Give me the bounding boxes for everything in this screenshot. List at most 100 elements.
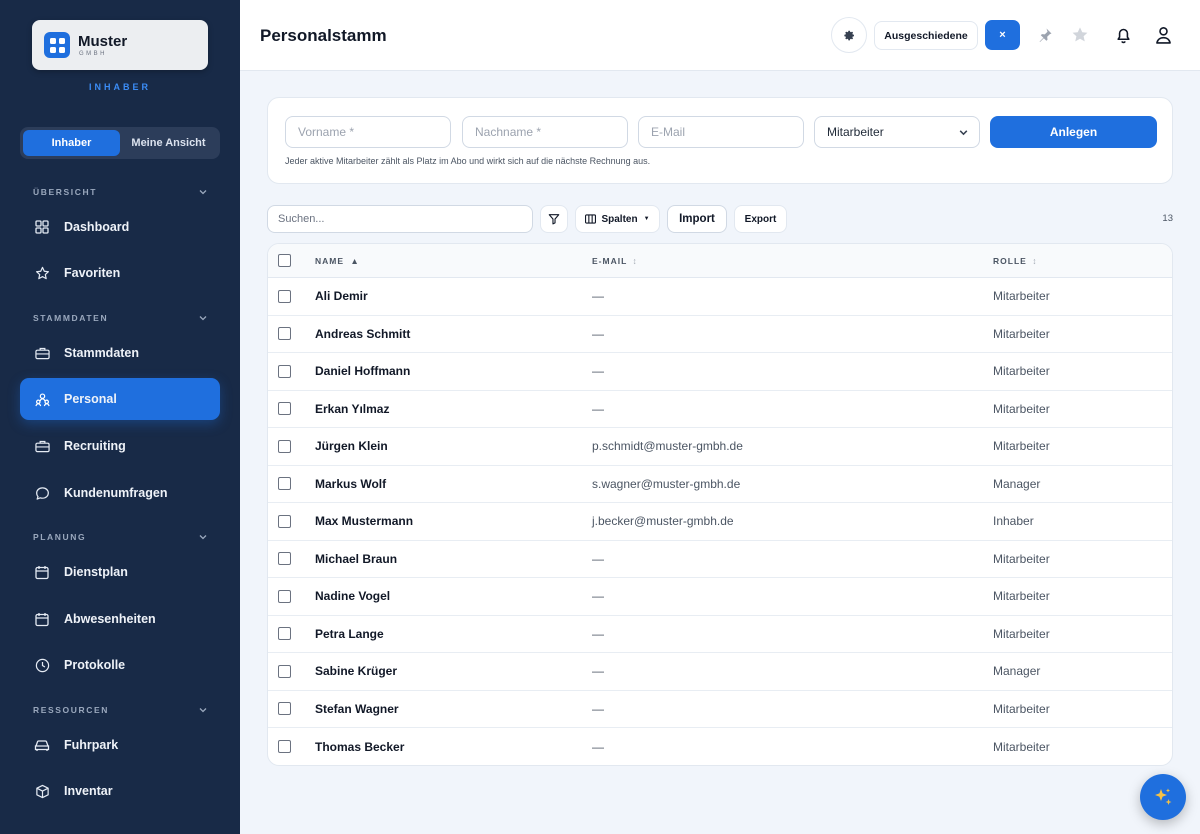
column-label: E-MAIL xyxy=(592,255,628,266)
cell-role: Mitarbeiter xyxy=(993,551,1050,566)
row-checkbox[interactable] xyxy=(278,477,291,491)
firstname-input[interactable]: Vorname * xyxy=(285,116,451,148)
calendar-icon xyxy=(34,611,50,627)
retired-employees-button[interactable]: Ausgeschiedene xyxy=(874,21,978,50)
table-row[interactable]: Erkan Yılmaz — Mitarbeiter xyxy=(268,391,1172,428)
filter-button[interactable] xyxy=(540,205,568,233)
ai-assistant-button[interactable] xyxy=(1140,774,1186,820)
notifications-button[interactable] xyxy=(1113,25,1133,45)
row-checkbox[interactable] xyxy=(278,439,291,453)
section-planning[interactable]: PLANUNG xyxy=(33,532,208,542)
row-checkbox[interactable] xyxy=(278,514,291,528)
chevron-down-icon xyxy=(199,190,207,195)
table-row[interactable]: Petra Lange — Mitarbeiter xyxy=(268,616,1172,653)
chevron-down-icon xyxy=(959,129,968,135)
import-button[interactable]: Import xyxy=(667,205,727,233)
table-row[interactable]: Ali Demir — Mitarbeiter xyxy=(268,278,1172,316)
caret-down-icon: ▼ xyxy=(643,216,650,222)
table-row[interactable]: Daniel Hoffmann — Mitarbeiter xyxy=(268,353,1172,391)
clock-icon xyxy=(34,657,50,673)
table-row[interactable]: Jürgen Klein p.schmidt@muster-gmbh.de Mita… xyxy=(268,428,1172,466)
brand-logo[interactable]: Muster GMBH xyxy=(32,20,208,70)
column-label: NAME xyxy=(315,255,345,266)
chevron-down-icon xyxy=(199,535,207,540)
row-checkbox[interactable] xyxy=(278,627,291,641)
view-toggle-owner[interactable]: Inhaber xyxy=(23,130,120,156)
cell-role: Mitarbeiter xyxy=(993,326,1050,341)
row-checkbox[interactable] xyxy=(278,552,291,566)
columns-button[interactable]: Spalten ▼ xyxy=(575,205,660,233)
section-overview[interactable]: ÜBERSICHT xyxy=(33,187,208,197)
table-row[interactable]: Thomas Becker — Mitarbeiter xyxy=(268,728,1172,765)
brand-subtitle: GMBH xyxy=(79,50,107,57)
seat-hint: Jeder aktive Mitarbeiter zählt als Platz… xyxy=(285,156,651,166)
view-toggle-my-view[interactable]: Meine Ansicht xyxy=(120,130,217,156)
select-all-checkbox[interactable] xyxy=(278,254,291,267)
profile-button[interactable] xyxy=(1153,25,1173,45)
close-button[interactable]: × xyxy=(985,20,1020,50)
cell-role: Mitarbeiter xyxy=(993,439,1050,454)
star-icon xyxy=(34,265,50,281)
row-checkbox[interactable] xyxy=(278,740,291,754)
table-row[interactable]: Sabine Krüger — Manager xyxy=(268,653,1172,691)
create-button[interactable]: Anlegen xyxy=(990,116,1157,148)
table-row[interactable]: Max Mustermann j.becker@muster-gmbh.de Inh… xyxy=(268,503,1172,541)
column-name-header[interactable]: NAME ▲ xyxy=(315,256,360,266)
sparkles-icon xyxy=(1155,788,1172,805)
cell-name: Nadine Vogel xyxy=(315,589,391,604)
row-checkbox[interactable] xyxy=(278,664,291,678)
pin-button[interactable] xyxy=(1035,25,1055,45)
row-checkbox[interactable] xyxy=(278,702,291,716)
view-toggle: Inhaber Meine Ansicht xyxy=(20,127,220,159)
table-row[interactable]: Michael Braun — Mitarbeiter xyxy=(268,541,1172,578)
cell-role: Mitarbeiter xyxy=(993,289,1050,304)
settings-button[interactable] xyxy=(831,17,867,53)
sidebar-item-customer-surveys[interactable]: Kundenumfragen xyxy=(20,472,220,514)
row-checkbox[interactable] xyxy=(278,327,291,341)
sidebar-item-dashboard[interactable]: Dashboard xyxy=(20,206,220,248)
email-input[interactable]: E-Mail xyxy=(638,116,804,148)
sidebar-item-personal[interactable]: Personal xyxy=(20,378,220,420)
section-master-data[interactable]: STAMMDATEN xyxy=(33,313,208,323)
section-resources[interactable]: RESSOURCEN xyxy=(33,705,208,715)
brand-name: Muster xyxy=(78,32,128,50)
lastname-input[interactable]: Nachname * xyxy=(462,116,628,148)
table-row[interactable]: Stefan Wagner — Mitarbeiter xyxy=(268,691,1172,728)
cell-email: — xyxy=(592,551,604,566)
pin-icon xyxy=(1039,28,1052,42)
calendar-icon xyxy=(34,564,50,580)
sidebar-item-recruiting[interactable]: Recruiting xyxy=(20,425,220,467)
favorite-button[interactable] xyxy=(1070,25,1090,45)
sidebar-item-label: Favoriten xyxy=(64,266,121,280)
sort-asc-icon: ▲ xyxy=(350,255,360,266)
row-checkbox[interactable] xyxy=(278,402,291,416)
column-role-header[interactable]: ROLLE ↕ xyxy=(993,256,1037,266)
sidebar-item-label: Stammdaten xyxy=(64,346,140,360)
sidebar-item-inventory[interactable]: Inventar xyxy=(20,770,220,812)
cell-email: j.becker@muster-gmbh.de xyxy=(592,514,734,529)
sidebar-item-master-data[interactable]: Stammdaten xyxy=(20,332,220,374)
table-row[interactable]: Markus Wolf s.wagner@muster-gmbh.de Manage… xyxy=(268,466,1172,503)
sidebar-item-label: Dienstplan xyxy=(64,565,128,579)
box-icon xyxy=(34,783,50,799)
table-row[interactable]: Andreas Schmitt — Mitarbeiter xyxy=(268,316,1172,353)
search-input[interactable]: Suchen... xyxy=(267,205,533,233)
cell-role: Manager xyxy=(993,476,1041,491)
column-email-header[interactable]: E-MAIL ↕ xyxy=(592,256,638,266)
people-icon xyxy=(34,391,50,407)
export-button[interactable]: Export xyxy=(734,205,787,233)
cell-email: — xyxy=(592,401,604,416)
sidebar-item-logs[interactable]: Protokolle xyxy=(20,644,220,686)
role-select[interactable]: Mitarbeiter xyxy=(814,116,980,148)
sidebar-item-label: Abwesenheiten xyxy=(64,612,156,626)
sidebar-item-schedule[interactable]: Dienstplan xyxy=(20,551,220,593)
sidebar-item-absences[interactable]: Abwesenheiten xyxy=(20,598,220,640)
row-checkbox[interactable] xyxy=(278,589,291,603)
sidebar-item-fleet[interactable]: Fuhrpark xyxy=(20,724,220,766)
row-checkbox[interactable] xyxy=(278,289,291,303)
row-checkbox[interactable] xyxy=(278,364,291,378)
cell-name: Jürgen Klein xyxy=(315,439,388,454)
cell-name: Sabine Krüger xyxy=(315,664,398,679)
sidebar-item-favorites[interactable]: Favoriten xyxy=(20,252,220,294)
table-row[interactable]: Nadine Vogel — Mitarbeiter xyxy=(268,578,1172,616)
